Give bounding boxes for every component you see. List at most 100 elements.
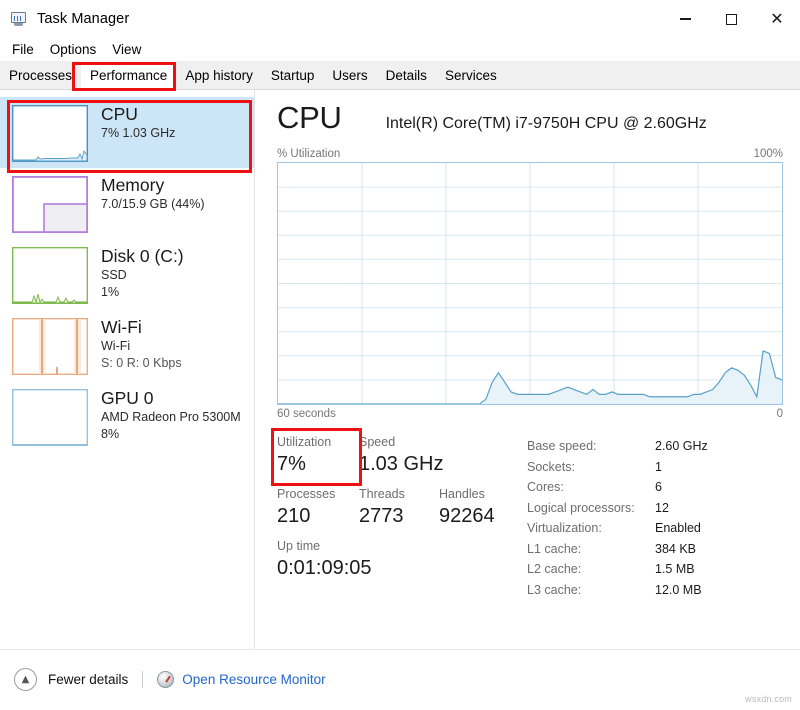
spec-key-sockets: Sockets: <box>527 457 655 478</box>
tab-performance[interactable]: Performance <box>81 61 176 89</box>
stat-uptime: Up time 0:01:09:05 <box>277 538 372 581</box>
stat-handles-label: Handles <box>439 486 495 503</box>
tab-startup[interactable]: Startup <box>262 61 324 89</box>
stat-handles-value: 92264 <box>439 503 495 529</box>
task-manager-icon <box>10 10 28 28</box>
spec-row-l2-cache: L2 cache: 1.5 MB <box>527 559 783 580</box>
cpu-specs-list: Base speed: 2.60 GHz Sockets: 1 Cores: 6… <box>527 434 783 600</box>
wifi-thumbnail-graph <box>12 318 88 375</box>
resource-monitor-icon <box>157 671 174 688</box>
stat-speed-label: Speed <box>359 434 443 451</box>
cpu-header: CPU Intel(R) Core(TM) i7-9750H CPU @ 2.6… <box>277 100 783 148</box>
spec-value-virtualization: Enabled <box>655 518 701 539</box>
maximize-button[interactable] <box>708 0 754 38</box>
sidebar-gpu-sub1: AMD Radeon Pro 5300M <box>101 409 241 426</box>
window-controls: ✕ <box>662 0 800 38</box>
spec-value-base-speed: 2.60 GHz <box>655 436 708 457</box>
graph-x-labels: 60 seconds 0 <box>277 408 783 420</box>
spec-row-virtualization: Virtualization: Enabled <box>527 518 783 539</box>
spec-key-base-speed: Base speed: <box>527 436 655 457</box>
sidebar-item-cpu[interactable]: CPU 7% 1.03 GHz <box>0 97 254 168</box>
spec-row-logical-processors: Logical processors: 12 <box>527 498 783 519</box>
menu-item-options[interactable]: Options <box>47 41 100 58</box>
resource-sidebar: CPU 7% 1.03 GHz Memory 7.0/15.9 GB (44%) <box>0 90 255 649</box>
content-area: CPU 7% 1.03 GHz Memory 7.0/15.9 GB (44%) <box>0 90 800 649</box>
stat-processes: Processes 210 <box>277 486 359 529</box>
stat-utilization-value: 7% <box>277 451 359 477</box>
stat-speed: Speed 1.03 GHz <box>359 434 443 477</box>
tab-details[interactable]: Details <box>377 61 436 89</box>
stat-uptime-label: Up time <box>277 538 372 555</box>
spec-value-cores: 6 <box>655 477 662 498</box>
sidebar-wifi-sub2: S: 0 R: 0 Kbps <box>101 355 182 372</box>
cpu-utilization-chart <box>278 163 782 404</box>
cpu-stats-left: Utilization 7% Speed 1.03 GHz Processes … <box>277 434 527 600</box>
stat-row-1: Utilization 7% Speed 1.03 GHz <box>277 434 527 477</box>
spec-key-logical-processors: Logical processors: <box>527 498 655 519</box>
graph-y-max-label: 100% <box>754 148 783 160</box>
stat-uptime-value: 0:01:09:05 <box>277 555 372 581</box>
sidebar-memory-texts: Memory 7.0/15.9 GB (44%) <box>101 174 205 213</box>
tab-processes[interactable]: Processes <box>0 61 81 89</box>
graph-x-left-label: 60 seconds <box>277 408 336 420</box>
menu-bar: File Options View <box>0 38 800 61</box>
stat-speed-value: 1.03 GHz <box>359 451 443 477</box>
menu-item-view[interactable]: View <box>109 41 144 58</box>
sidebar-disk-sub2: 1% <box>101 284 184 301</box>
gpu-thumbnail-graph <box>12 389 88 446</box>
stat-row-2: Processes 210 Threads 2773 Handles 92264 <box>277 486 527 529</box>
close-icon: ✕ <box>770 11 783 27</box>
spec-key-l2-cache: L2 cache: <box>527 559 655 580</box>
sidebar-cpu-sub1: 7% 1.03 GHz <box>101 125 175 142</box>
stat-utilization-label: Utilization <box>277 434 359 451</box>
stat-threads-value: 2773 <box>359 503 439 529</box>
memory-thumbnail-graph <box>12 176 88 233</box>
title-bar: Task Manager ✕ <box>0 0 800 38</box>
stat-processes-value: 210 <box>277 503 359 529</box>
sidebar-item-disk[interactable]: Disk 0 (C:) SSD 1% <box>0 239 254 310</box>
footer-divider <box>142 671 143 688</box>
sidebar-item-gpu[interactable]: GPU 0 AMD Radeon Pro 5300M 8% <box>0 381 254 452</box>
menu-item-file[interactable]: File <box>9 41 37 58</box>
sidebar-wifi-title: Wi-Fi <box>101 316 182 338</box>
cpu-utilization-graph <box>277 162 783 405</box>
spec-row-l3-cache: L3 cache: 12.0 MB <box>527 580 783 601</box>
sidebar-item-memory[interactable]: Memory 7.0/15.9 GB (44%) <box>0 168 254 239</box>
disk-thumbnail-graph <box>12 247 88 304</box>
sidebar-disk-texts: Disk 0 (C:) SSD 1% <box>101 245 184 301</box>
tab-services[interactable]: Services <box>436 61 506 89</box>
stat-processes-label: Processes <box>277 486 359 503</box>
spec-row-base-speed: Base speed: 2.60 GHz <box>527 436 783 457</box>
sidebar-item-wifi[interactable]: Wi-Fi Wi-Fi S: 0 R: 0 Kbps <box>0 310 254 381</box>
cpu-stats: Utilization 7% Speed 1.03 GHz Processes … <box>277 434 783 600</box>
spec-row-cores: Cores: 6 <box>527 477 783 498</box>
stat-row-3: Up time 0:01:09:05 <box>277 538 527 581</box>
fewer-details-button[interactable]: Fewer details <box>48 672 128 687</box>
footer-bar: ▲ Fewer details Open Resource Monitor ws… <box>0 649 800 709</box>
spec-value-logical-processors: 12 <box>655 498 669 519</box>
tab-users[interactable]: Users <box>323 61 376 89</box>
sidebar-disk-sub1: SSD <box>101 267 184 284</box>
spec-key-l3-cache: L3 cache: <box>527 580 655 601</box>
spec-row-sockets: Sockets: 1 <box>527 457 783 478</box>
stat-threads-label: Threads <box>359 486 439 503</box>
minimize-button[interactable] <box>662 0 708 38</box>
graph-y-label: % Utilization <box>277 148 340 160</box>
chevron-up-icon[interactable]: ▲ <box>14 668 37 691</box>
page-title: CPU <box>277 100 342 136</box>
watermark: wsxdn.com <box>745 694 792 704</box>
close-button[interactable]: ✕ <box>754 0 800 38</box>
spec-key-cores: Cores: <box>527 477 655 498</box>
graph-x-right-label: 0 <box>777 408 783 420</box>
spec-value-l1-cache: 384 KB <box>655 539 696 560</box>
open-resource-monitor-link[interactable]: Open Resource Monitor <box>182 672 325 687</box>
maximize-icon <box>726 14 737 25</box>
sidebar-wifi-texts: Wi-Fi Wi-Fi S: 0 R: 0 Kbps <box>101 316 182 372</box>
spec-key-virtualization: Virtualization: <box>527 518 655 539</box>
graph-axis-labels: % Utilization 100% <box>277 148 783 160</box>
sidebar-gpu-texts: GPU 0 AMD Radeon Pro 5300M 8% <box>101 387 241 443</box>
window-title: Task Manager <box>37 11 129 27</box>
stat-utilization: Utilization 7% <box>277 434 359 477</box>
tab-app-history[interactable]: App history <box>176 61 262 89</box>
spec-row-l1-cache: L1 cache: 384 KB <box>527 539 783 560</box>
